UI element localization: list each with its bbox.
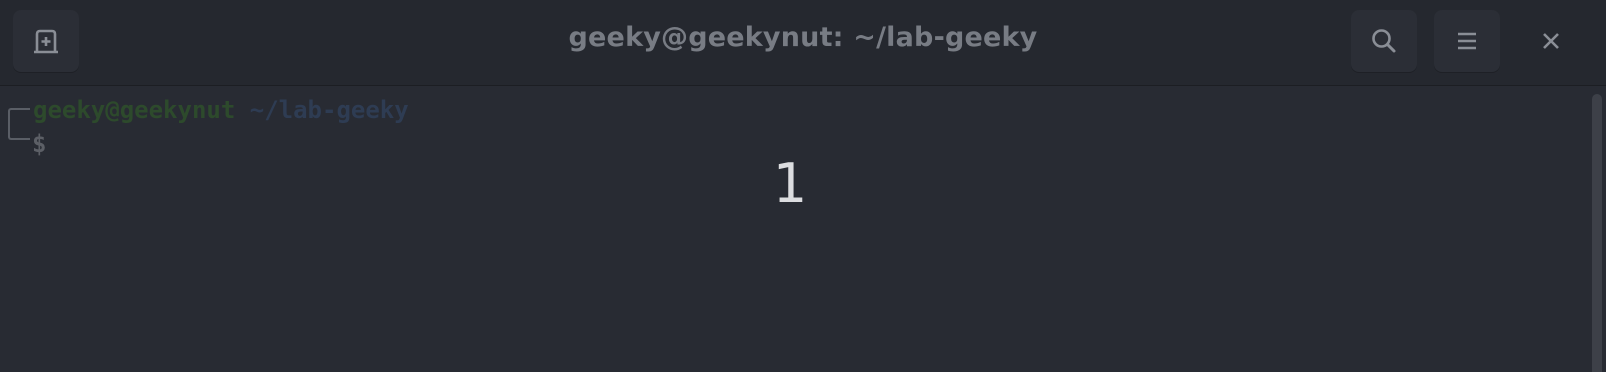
search-button[interactable] — [1351, 10, 1417, 72]
close-button[interactable] — [1530, 20, 1572, 62]
close-icon — [1543, 33, 1559, 49]
header-bar: geeky@geekynut: ~/lab-geeky — [0, 0, 1606, 86]
terminal-window: geeky@geekynut: ~/lab-geeky geeky@geekyn… — [0, 0, 1606, 372]
prompt-user-host: geeky@geekynut — [33, 96, 236, 124]
terminal-output[interactable]: geeky@geekynut ~/lab-geeky $ 1 — [0, 86, 1590, 372]
prompt-line: geeky@geekynut ~/lab-geeky — [33, 96, 409, 124]
hamburger-menu-icon — [1458, 32, 1476, 50]
prompt-symbol: $ — [32, 130, 47, 158]
prompt-cwd: ~/lab-geeky — [249, 96, 409, 124]
scrollbar-thumb[interactable] — [1592, 94, 1602, 372]
overlay-number: 1 — [772, 152, 808, 215]
search-icon — [1372, 29, 1396, 53]
scrollbar[interactable] — [1590, 86, 1606, 372]
menu-button[interactable] — [1434, 10, 1500, 72]
